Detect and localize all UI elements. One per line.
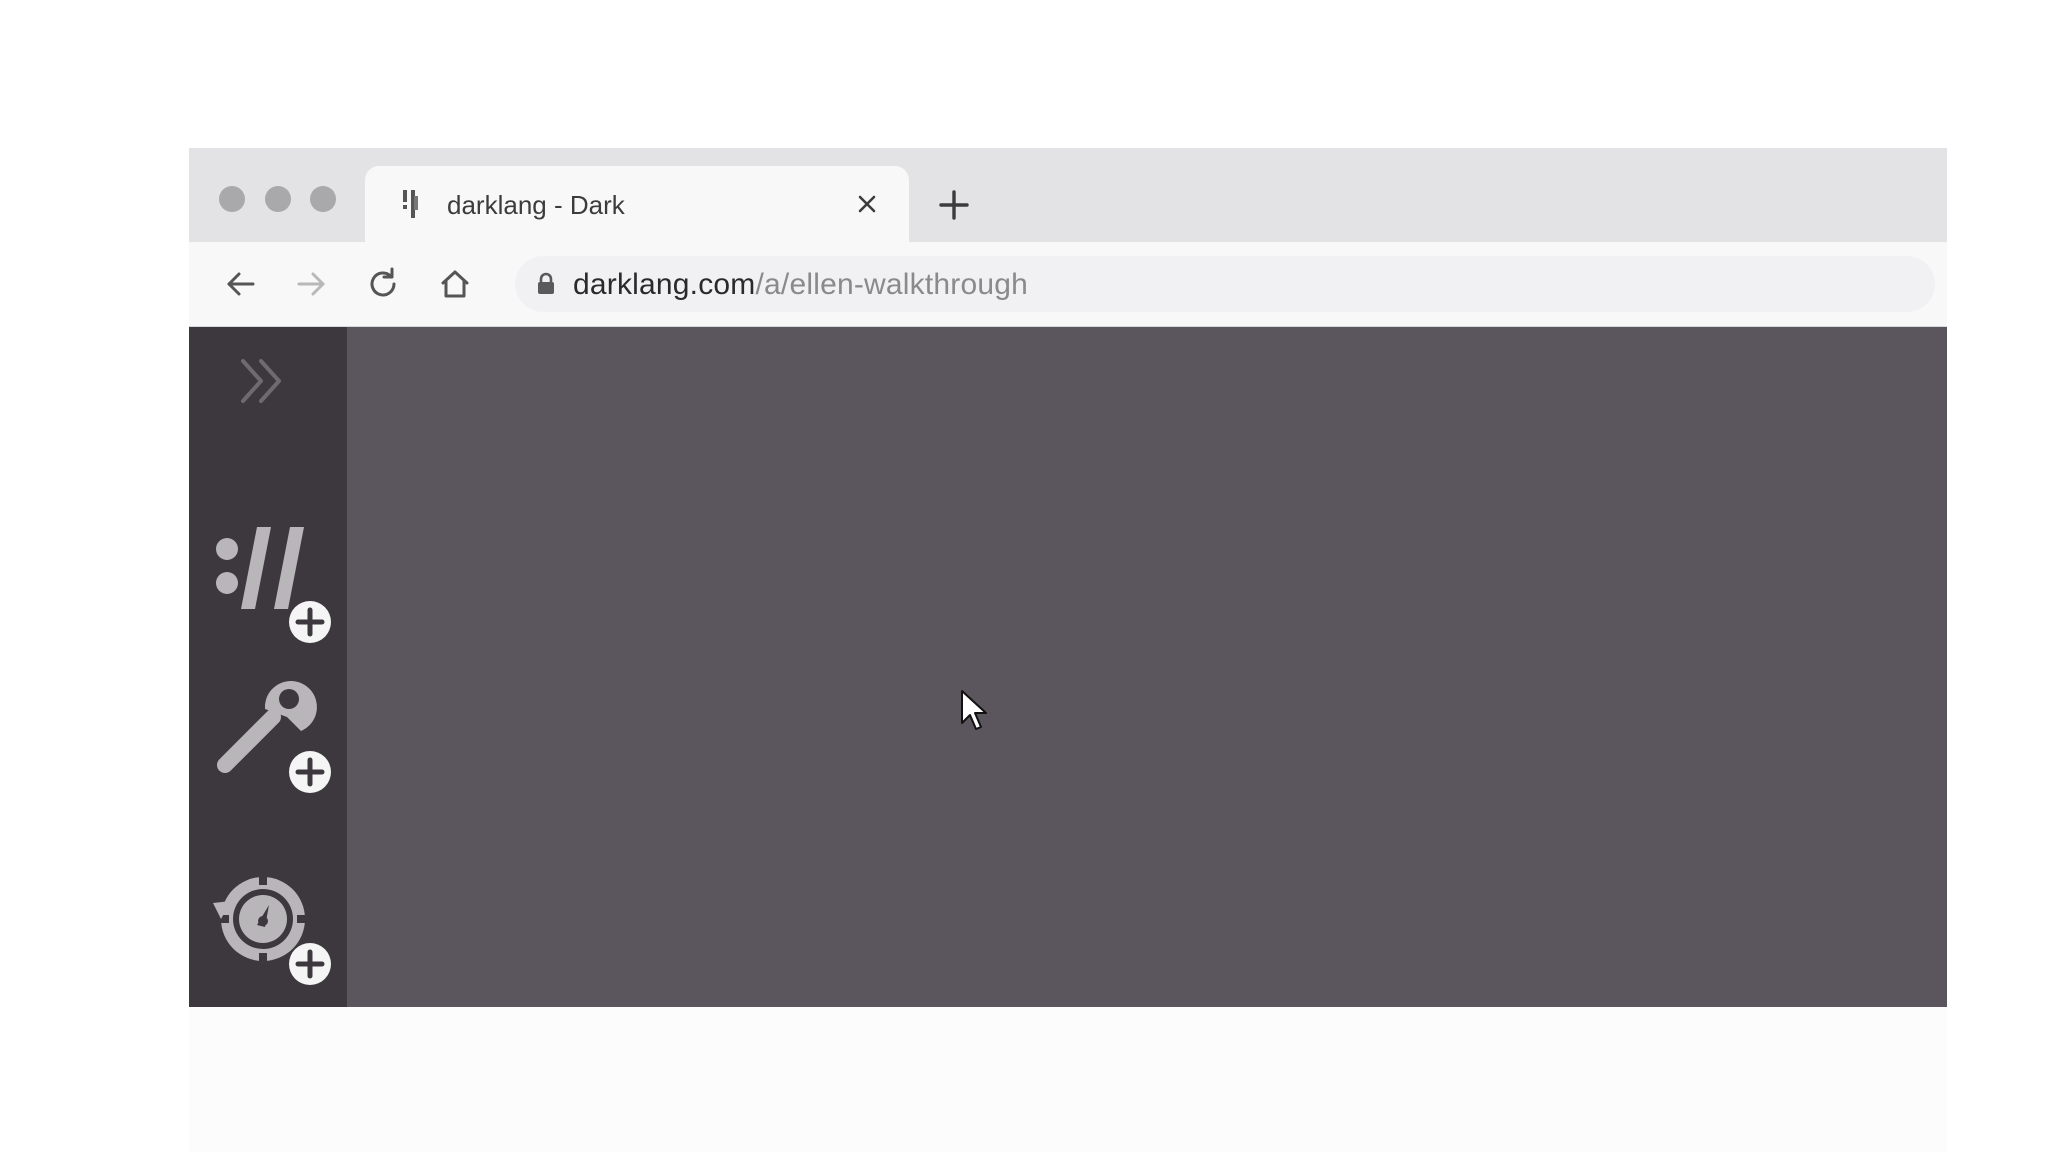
close-window-button[interactable]: [219, 186, 245, 212]
maximize-window-button[interactable]: [310, 186, 336, 212]
address-bar[interactable]: darklang.com/a/ellen-walkthrough: [515, 256, 1935, 312]
plus-circle-icon: [289, 601, 331, 643]
editor-canvas[interactable]: [347, 327, 1947, 1007]
page-footer-area: [189, 1007, 1947, 1152]
lock-icon[interactable]: [535, 272, 557, 296]
close-icon[interactable]: [853, 190, 881, 218]
dark-favicon-icon: [403, 190, 418, 218]
tab-title: darklang - Dark: [447, 190, 625, 220]
add-function-button[interactable]: [213, 677, 343, 807]
browser-window: darklang - Dark darklang.com/a/ellen-wal…: [189, 148, 1947, 1007]
reload-icon[interactable]: [363, 264, 403, 304]
mouse-cursor-icon: [961, 690, 987, 730]
browser-toolbar: darklang.com/a/ellen-walkthrough: [189, 242, 1947, 327]
home-icon[interactable]: [435, 264, 475, 304]
url-text[interactable]: darklang.com/a/ellen-walkthrough: [573, 268, 1028, 302]
add-http-handler-button[interactable]: [213, 527, 343, 657]
tab-darklang[interactable]: darklang - Dark: [365, 166, 909, 242]
new-tab-plus-icon[interactable]: [937, 188, 971, 222]
double-chevron-right-icon[interactable]: [237, 355, 289, 407]
back-arrow-icon[interactable]: [221, 264, 261, 304]
add-cron-button[interactable]: [213, 867, 343, 997]
tab-strip: darklang - Dark: [189, 148, 1947, 242]
forward-arrow-icon[interactable]: [291, 264, 331, 304]
plus-circle-icon: [289, 751, 331, 793]
url-path: /a/ellen-walkthrough: [755, 268, 1028, 301]
plus-circle-icon: [289, 943, 331, 985]
sidebar: [189, 327, 347, 1007]
minimize-window-button[interactable]: [265, 186, 291, 212]
url-host: darklang.com: [573, 268, 756, 301]
